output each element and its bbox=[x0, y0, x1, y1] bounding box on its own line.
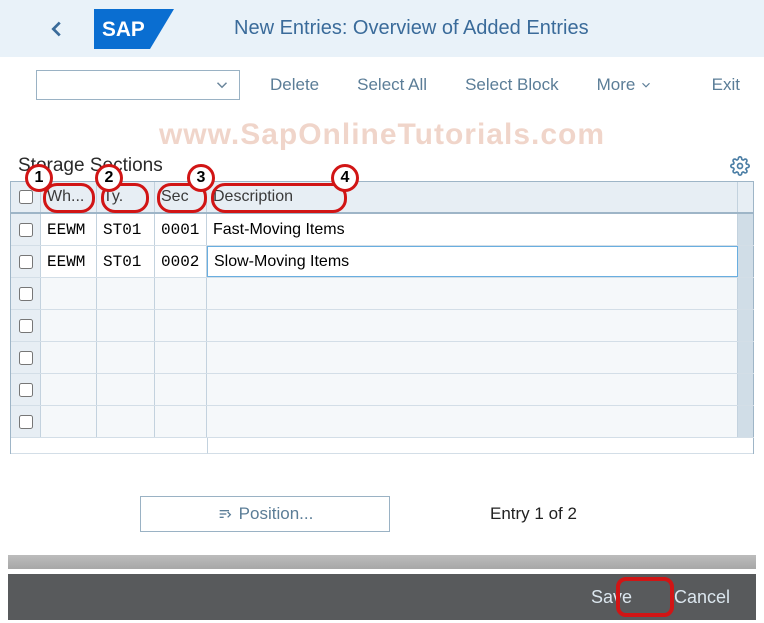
sec-input[interactable] bbox=[161, 317, 200, 335]
annotation-3: 3 bbox=[187, 164, 215, 192]
scrollbar-track[interactable] bbox=[738, 374, 754, 405]
annotation-4: 4 bbox=[331, 164, 359, 192]
annotation-2: 2 bbox=[95, 164, 123, 192]
scrollbar-track[interactable] bbox=[738, 214, 754, 245]
table-row bbox=[11, 214, 754, 246]
sec-input[interactable] bbox=[161, 285, 200, 303]
header-bar: SAP New Entries: Overview of Added Entri… bbox=[0, 0, 764, 57]
sec-input[interactable] bbox=[161, 221, 200, 239]
description-input[interactable] bbox=[213, 285, 731, 303]
ty-input[interactable] bbox=[103, 381, 148, 399]
table-row bbox=[11, 246, 754, 278]
scrollbar-track[interactable] bbox=[738, 310, 754, 341]
delete-button[interactable]: Delete bbox=[270, 75, 319, 95]
col-header-description[interactable]: Description bbox=[207, 182, 738, 212]
select-block-button[interactable]: Select Block bbox=[465, 75, 559, 95]
description-input[interactable] bbox=[213, 349, 731, 367]
exit-button[interactable]: Exit bbox=[712, 75, 740, 95]
ty-input[interactable] bbox=[103, 253, 148, 271]
cancel-button[interactable]: Cancel bbox=[662, 581, 742, 614]
table-row bbox=[11, 374, 754, 406]
scrollbar-track[interactable] bbox=[738, 406, 754, 437]
svg-text:SAP: SAP bbox=[102, 18, 145, 41]
ty-input[interactable] bbox=[103, 317, 148, 335]
position-label: Position... bbox=[239, 504, 314, 524]
back-button[interactable] bbox=[40, 12, 74, 46]
description-input[interactable] bbox=[213, 381, 731, 399]
wh-input[interactable] bbox=[47, 221, 90, 239]
sap-logo: SAP bbox=[94, 9, 174, 49]
row-checkbox[interactable] bbox=[19, 415, 33, 429]
footer-bar: Save Cancel bbox=[8, 574, 756, 620]
sec-input[interactable] bbox=[161, 413, 200, 431]
wh-input[interactable] bbox=[47, 317, 90, 335]
wh-input[interactable] bbox=[47, 381, 90, 399]
table-row bbox=[11, 310, 754, 342]
scrollbar-track[interactable] bbox=[738, 342, 754, 373]
horizontal-scrollbar[interactable] bbox=[8, 555, 756, 569]
table-bottom-gap bbox=[11, 438, 754, 454]
more-label: More bbox=[597, 75, 636, 95]
ty-input[interactable] bbox=[103, 285, 148, 303]
gear-icon[interactable] bbox=[730, 156, 750, 176]
sec-input[interactable] bbox=[161, 253, 200, 271]
description-input[interactable] bbox=[213, 221, 731, 239]
sec-input[interactable] bbox=[161, 349, 200, 367]
toolbar: Delete Select All Select Block More Exit bbox=[0, 57, 764, 113]
storage-sections-table: 1 2 3 4 Wh... Ty. Sec Description bbox=[10, 181, 754, 454]
row-checkbox[interactable] bbox=[19, 255, 33, 269]
row-checkbox[interactable] bbox=[19, 287, 33, 301]
scrollbar-header bbox=[738, 182, 754, 212]
ty-input[interactable] bbox=[103, 349, 148, 367]
ty-input[interactable] bbox=[103, 221, 148, 239]
description-input[interactable] bbox=[214, 253, 731, 271]
position-button[interactable]: Position... bbox=[140, 496, 390, 532]
wh-input[interactable] bbox=[47, 253, 90, 271]
description-input[interactable] bbox=[213, 413, 731, 431]
ty-input[interactable] bbox=[103, 413, 148, 431]
row-checkbox[interactable] bbox=[19, 319, 33, 333]
sec-input[interactable] bbox=[161, 381, 200, 399]
page-title: New Entries: Overview of Added Entries bbox=[234, 17, 589, 40]
description-input[interactable] bbox=[213, 317, 731, 335]
select-all-checkbox[interactable] bbox=[19, 190, 33, 204]
table-row bbox=[11, 278, 754, 310]
more-menu[interactable]: More bbox=[597, 75, 654, 95]
row-checkbox[interactable] bbox=[19, 223, 33, 237]
table-header-row: Wh... Ty. Sec Description bbox=[11, 182, 754, 214]
row-checkbox[interactable] bbox=[19, 383, 33, 397]
table-row bbox=[11, 342, 754, 374]
entry-counter: Entry 1 of 2 bbox=[490, 504, 577, 524]
save-button[interactable]: Save bbox=[579, 581, 644, 614]
scrollbar-track[interactable] bbox=[738, 246, 754, 277]
wh-input[interactable] bbox=[47, 349, 90, 367]
variant-dropdown[interactable] bbox=[36, 70, 240, 100]
wh-input[interactable] bbox=[47, 285, 90, 303]
watermark-text: www.SapOnlineTutorials.com bbox=[0, 118, 764, 152]
scrollbar-track[interactable] bbox=[738, 278, 754, 309]
table-row bbox=[11, 406, 754, 438]
select-all-button[interactable]: Select All bbox=[357, 75, 427, 95]
annotation-1: 1 bbox=[25, 164, 53, 192]
row-checkbox[interactable] bbox=[19, 351, 33, 365]
wh-input[interactable] bbox=[47, 413, 90, 431]
